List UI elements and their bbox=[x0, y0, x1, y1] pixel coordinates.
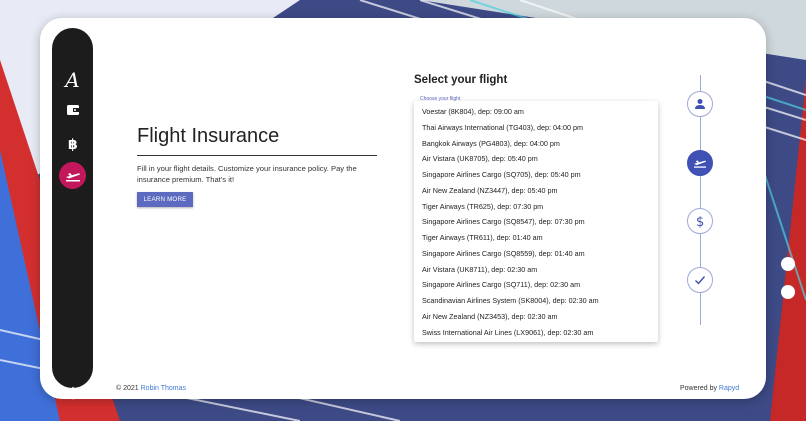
flight-option[interactable]: Air Vistara (UK8711), dep: 02:30 am bbox=[422, 265, 537, 274]
rapyd-link[interactable]: Rapyd bbox=[719, 385, 739, 392]
sidebar-item-flight[interactable] bbox=[59, 162, 86, 189]
check-icon bbox=[695, 276, 706, 285]
svg-text:฿: ฿ bbox=[68, 137, 78, 152]
flight-select-title: Select your flight bbox=[414, 74, 508, 86]
footer-powered-by: Powered by Rapyd bbox=[680, 385, 740, 392]
flight-option[interactable]: Singapore Airlines Cargo (SQ8559), dep: … bbox=[422, 249, 585, 258]
dollar-icon: $ bbox=[696, 215, 704, 228]
flight-option[interactable]: Voestar (8K804), dep: 09:00 am bbox=[422, 107, 524, 116]
page-description: Fill in your flight details. Customize y… bbox=[137, 164, 357, 184]
flight-option[interactable]: Swiss International Air Lines (LX9061), … bbox=[422, 328, 593, 337]
step-confirm[interactable] bbox=[687, 267, 713, 293]
footer-copyright: © 2021 Robin Thomas bbox=[116, 385, 187, 392]
person-icon bbox=[695, 99, 705, 109]
flight-option[interactable]: Air New Zealand (NZ3453), dep: 02:30 am bbox=[422, 312, 557, 321]
flight-option[interactable]: Bangkok Airways (PG4803), dep: 04:00 pm bbox=[422, 139, 560, 148]
step-personal[interactable] bbox=[687, 91, 713, 117]
power-icon bbox=[66, 386, 79, 399]
sidebar-item-wallet[interactable] bbox=[59, 96, 86, 123]
page-title: Flight Insurance bbox=[137, 125, 280, 147]
learn-more-button[interactable]: LEARN MORE bbox=[137, 192, 193, 207]
flight-option[interactable]: Thai Airways International (TG403), dep:… bbox=[422, 123, 583, 132]
flight-option[interactable]: Singapore Airlines Cargo (SQ711), dep: 0… bbox=[422, 280, 580, 289]
flight-dropdown-menu: Voestar (8K804), dep: 09:00 am Thai Airw… bbox=[414, 101, 658, 342]
flight-option[interactable]: Singapore Airlines Cargo (SQ705), dep: 0… bbox=[422, 170, 581, 179]
title-divider bbox=[137, 155, 377, 156]
step-flight[interactable] bbox=[687, 150, 713, 176]
decorative-dot bbox=[781, 285, 795, 299]
step-payment[interactable]: $ bbox=[687, 208, 713, 234]
sidebar-item-bitcoin[interactable]: ฿ bbox=[59, 130, 86, 157]
wallet-icon bbox=[66, 104, 79, 115]
flight-takeoff-icon bbox=[694, 160, 706, 168]
app-logo: A bbox=[65, 68, 80, 92]
flight-option[interactable]: Air Vistara (UK8705), dep: 05:40 pm bbox=[422, 154, 538, 163]
flight-option[interactable]: Singapore Airlines Cargo (SQ8547), dep: … bbox=[422, 217, 585, 226]
flight-option[interactable]: Tiger Airways (TR611), dep: 01:40 am bbox=[422, 233, 543, 242]
bitcoin-icon: ฿ bbox=[68, 137, 78, 152]
flight-option[interactable]: Air New Zealand (NZ3447), dep: 05:40 pm bbox=[422, 186, 557, 195]
svg-text:$: $ bbox=[696, 215, 704, 228]
author-link[interactable]: Robin Thomas bbox=[141, 385, 186, 392]
flight-option[interactable]: Scandinavian Airlines System (SK8004), d… bbox=[422, 296, 599, 305]
flight-option[interactable]: Tiger Airways (TR625), dep: 07:30 pm bbox=[422, 202, 543, 211]
decorative-dot bbox=[781, 257, 795, 271]
power-button[interactable] bbox=[59, 379, 86, 406]
flight-takeoff-icon bbox=[65, 172, 80, 181]
sidebar: A ฿ bbox=[52, 28, 93, 399]
